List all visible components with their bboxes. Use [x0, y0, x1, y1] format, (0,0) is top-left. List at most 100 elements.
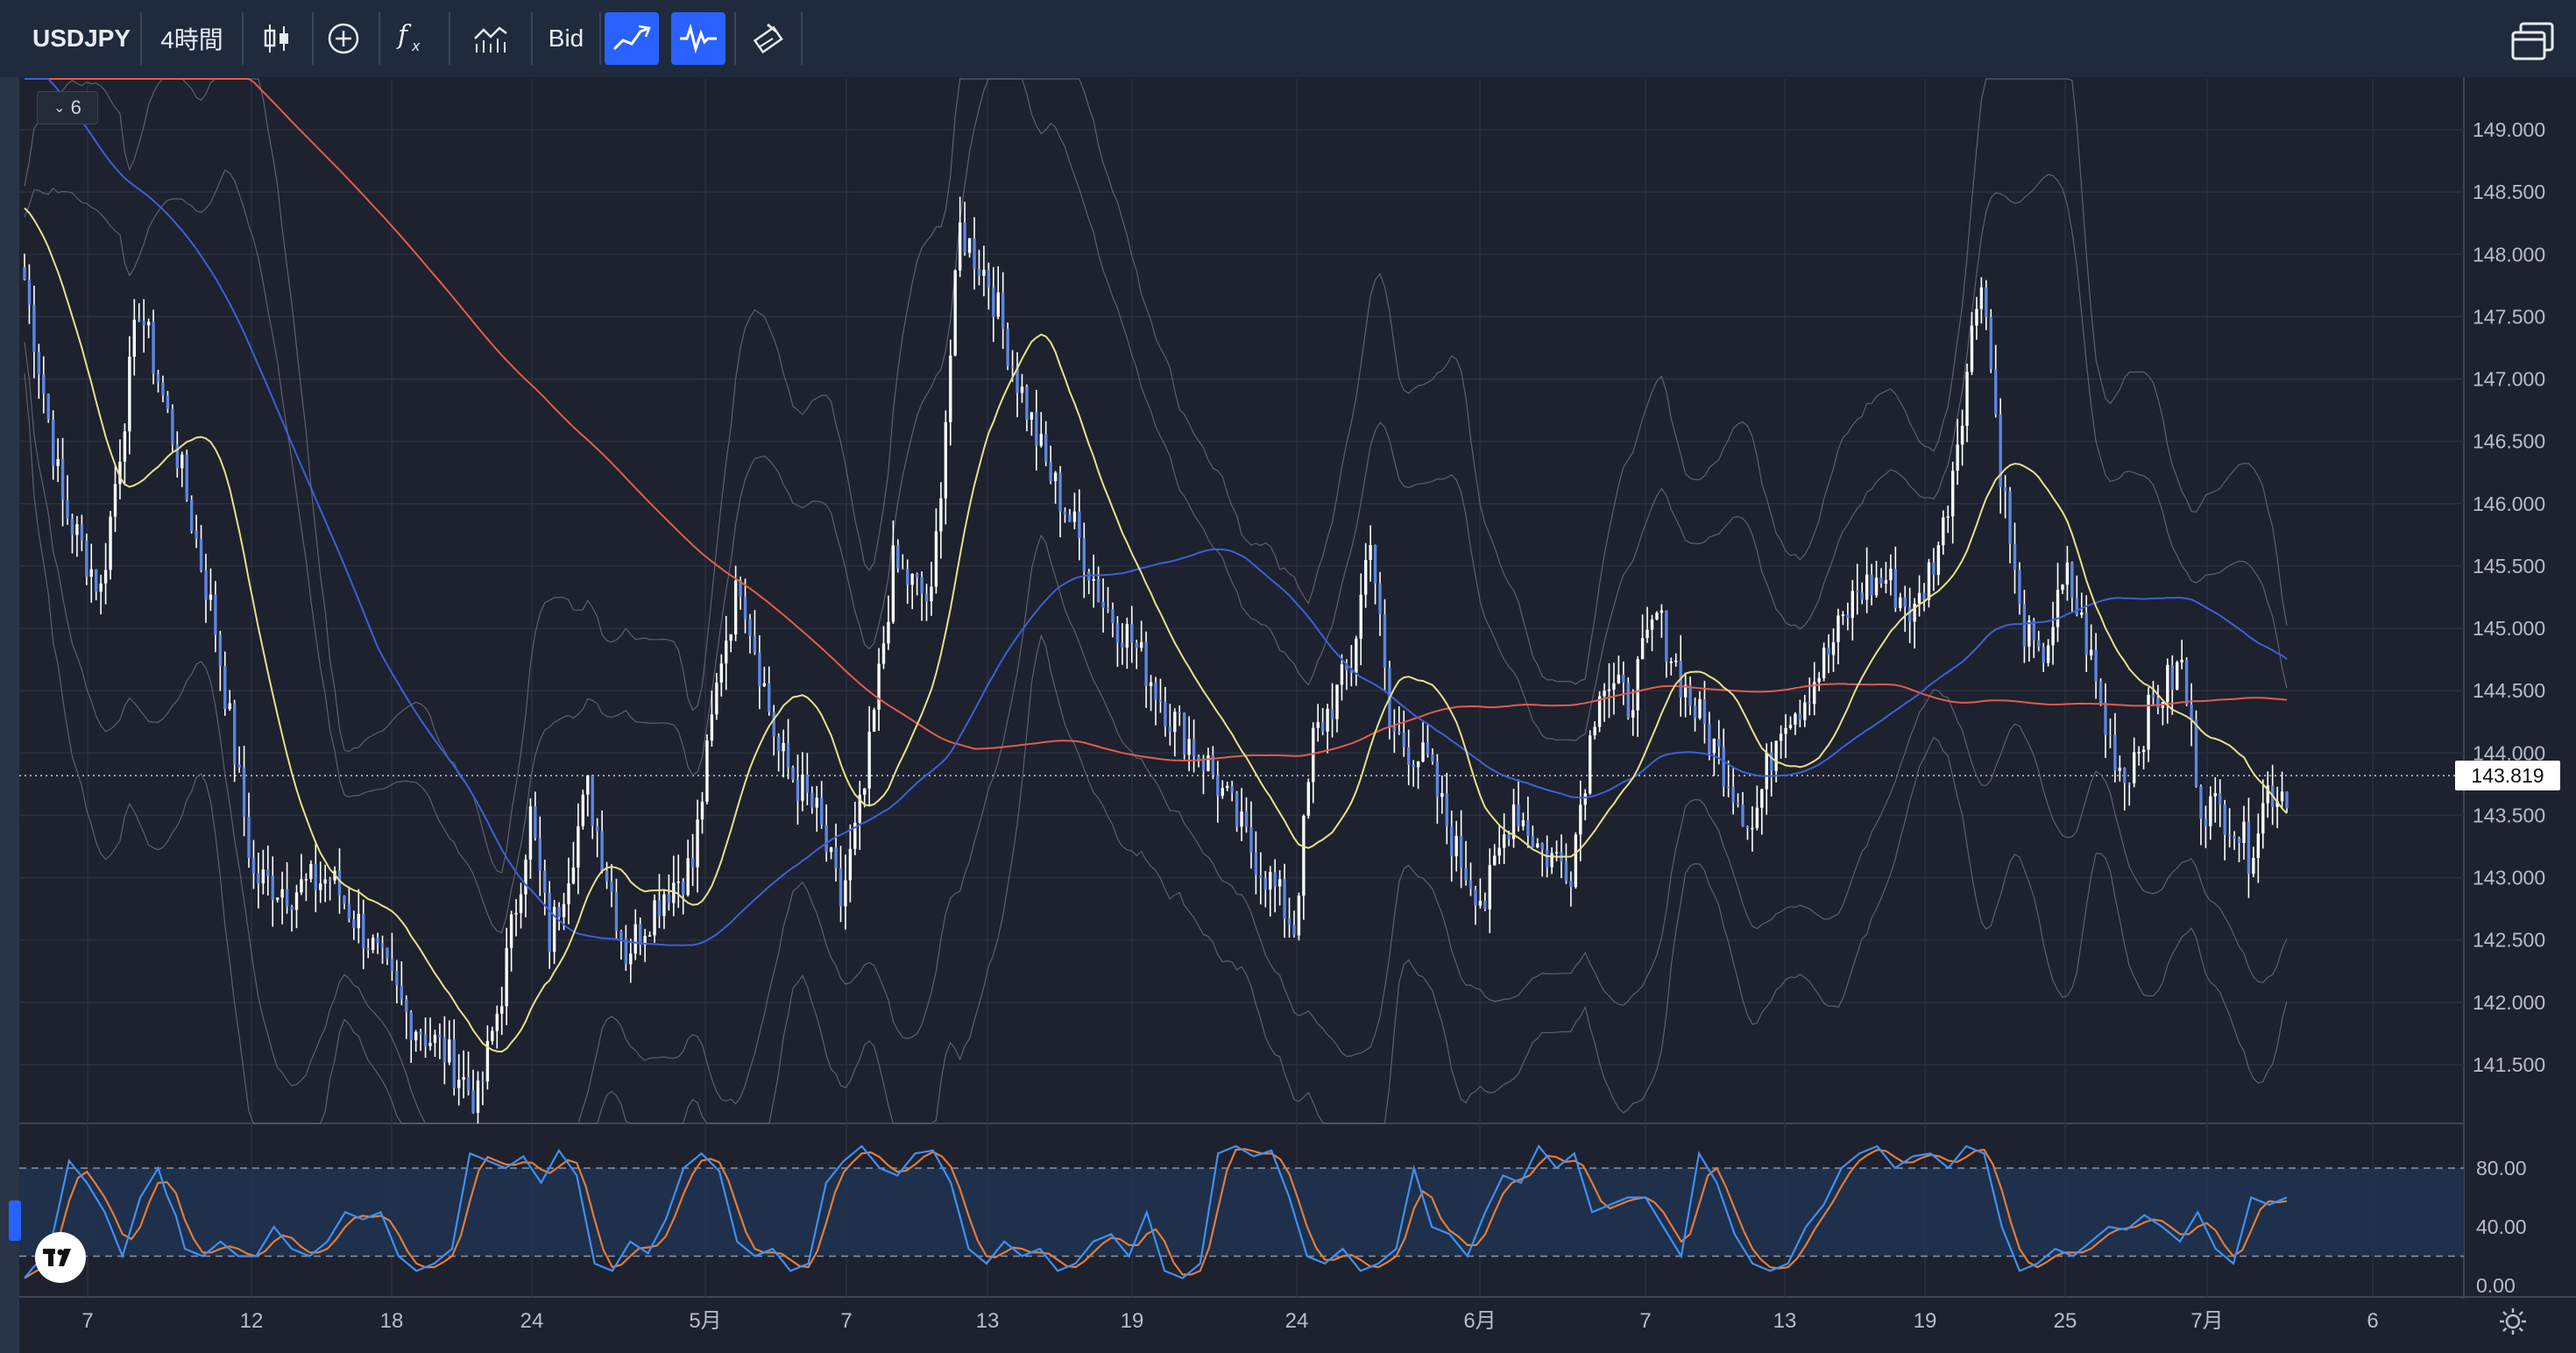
- candle-body: [1355, 638, 1358, 674]
- candle-body: [1788, 725, 1793, 728]
- candle-body: [2147, 694, 2150, 750]
- oscillator-axis-label: 40.00: [2476, 1215, 2527, 1238]
- price-axis-label: 145.000: [2473, 617, 2545, 640]
- candle-body: [1765, 752, 1768, 790]
- price-axis-label: 143.500: [2473, 804, 2545, 826]
- candle-body: [705, 740, 709, 802]
- candle-body: [1445, 793, 1448, 826]
- candle-body: [1363, 560, 1368, 595]
- candle-body: [1435, 762, 1440, 797]
- candle-body: [2194, 719, 2198, 787]
- candle-body: [1626, 683, 1630, 718]
- candle-body: [1335, 684, 1339, 719]
- candle-body: [581, 794, 585, 826]
- candle-body: [791, 767, 795, 780]
- candle-body: [796, 779, 800, 801]
- tradingview-logo[interactable]: [35, 1232, 86, 1283]
- price-axis-label: 148.000: [2473, 243, 2545, 266]
- candle-body: [2056, 590, 2060, 627]
- candle-body: [294, 892, 299, 910]
- candle-body: [2013, 544, 2017, 570]
- candle-body: [37, 351, 41, 375]
- price-axis-label: 143.000: [2473, 867, 2545, 889]
- last-price-value: 143.819: [2471, 763, 2544, 787]
- candle-body: [891, 545, 895, 622]
- candle-body: [944, 421, 948, 499]
- candle-body: [1139, 641, 1143, 648]
- candle-body: [920, 577, 924, 594]
- time-axis-label: 7: [840, 1309, 852, 1333]
- candle-body: [1192, 739, 1196, 757]
- candle-body: [1927, 562, 1931, 600]
- candle-body: [1884, 580, 1888, 584]
- candle-body: [2028, 620, 2031, 647]
- candle-body: [1283, 879, 1286, 919]
- candle-body: [2184, 660, 2189, 705]
- candle-body: [1932, 562, 1936, 576]
- candle-body: [462, 1077, 465, 1080]
- candle-body: [1402, 733, 1405, 747]
- candle-body: [390, 959, 394, 972]
- candle-body: [328, 879, 332, 882]
- candle-body: [2227, 834, 2232, 837]
- candle-body: [1536, 843, 1539, 847]
- candle-body: [1158, 699, 1163, 702]
- candle-body: [1841, 614, 1845, 616]
- candle-body: [844, 880, 847, 907]
- candle-body: [973, 237, 976, 269]
- candle-body: [1025, 386, 1029, 421]
- candle-body: [2190, 705, 2193, 720]
- candle-body: [610, 881, 613, 893]
- candle-body: [839, 868, 843, 907]
- settings-button[interactable]: [2495, 1304, 2530, 1339]
- chevron-down-icon: ⌄: [53, 101, 66, 116]
- candle-body: [419, 1031, 422, 1036]
- candle-body: [633, 924, 637, 954]
- candle-body: [657, 900, 662, 917]
- candle-body: [548, 892, 551, 953]
- candle-body: [380, 943, 385, 948]
- candle-body: [438, 1034, 442, 1038]
- candle-body: [395, 971, 399, 986]
- candle-body: [232, 703, 237, 765]
- candle-body: [1989, 316, 1992, 370]
- candle-body: [1306, 782, 1310, 816]
- candle-body: [1454, 835, 1458, 857]
- candle-body: [2256, 833, 2261, 859]
- candle-body: [729, 634, 732, 641]
- candle-body: [266, 869, 270, 876]
- pane-resize-handle[interactable]: [9, 1201, 21, 1241]
- candle-body: [366, 948, 370, 951]
- candle-body: [1774, 740, 1778, 771]
- candle-body: [1263, 877, 1267, 890]
- candle-body: [113, 484, 117, 517]
- oscillator-axis-label: 80.00: [2476, 1157, 2527, 1179]
- candle-body: [80, 524, 84, 541]
- candle-body: [280, 889, 284, 898]
- candle-body: [1039, 434, 1043, 446]
- candle-body: [337, 870, 342, 896]
- candle-body: [428, 1043, 432, 1046]
- chart-canvas[interactable]: 149.000 148.500 148.000 147.500 147.000 146.5…: [0, 0, 2576, 1353]
- candle-body: [1622, 674, 1625, 684]
- candle-body: [2080, 613, 2084, 615]
- candle-body: [514, 912, 518, 915]
- candle-body: [89, 569, 93, 577]
- candle-body: [1111, 609, 1115, 624]
- legend-toggle-button[interactable]: ⌄ 6: [37, 91, 98, 124]
- candle-body: [801, 774, 804, 801]
- candle-body: [848, 848, 853, 881]
- candle-body: [1230, 785, 1234, 793]
- candle-body: [586, 775, 590, 795]
- candle-body: [1359, 594, 1362, 639]
- candle-body: [1373, 544, 1377, 584]
- candle-body: [887, 621, 890, 644]
- candle-body: [772, 712, 775, 737]
- candle-body: [1936, 545, 1941, 576]
- candle-body: [1975, 308, 1978, 326]
- time-axis-label: 13: [976, 1309, 1000, 1333]
- candle-body: [733, 580, 738, 634]
- candle-body: [1650, 619, 1654, 630]
- candle-body: [1216, 775, 1220, 797]
- candle-body: [347, 903, 351, 919]
